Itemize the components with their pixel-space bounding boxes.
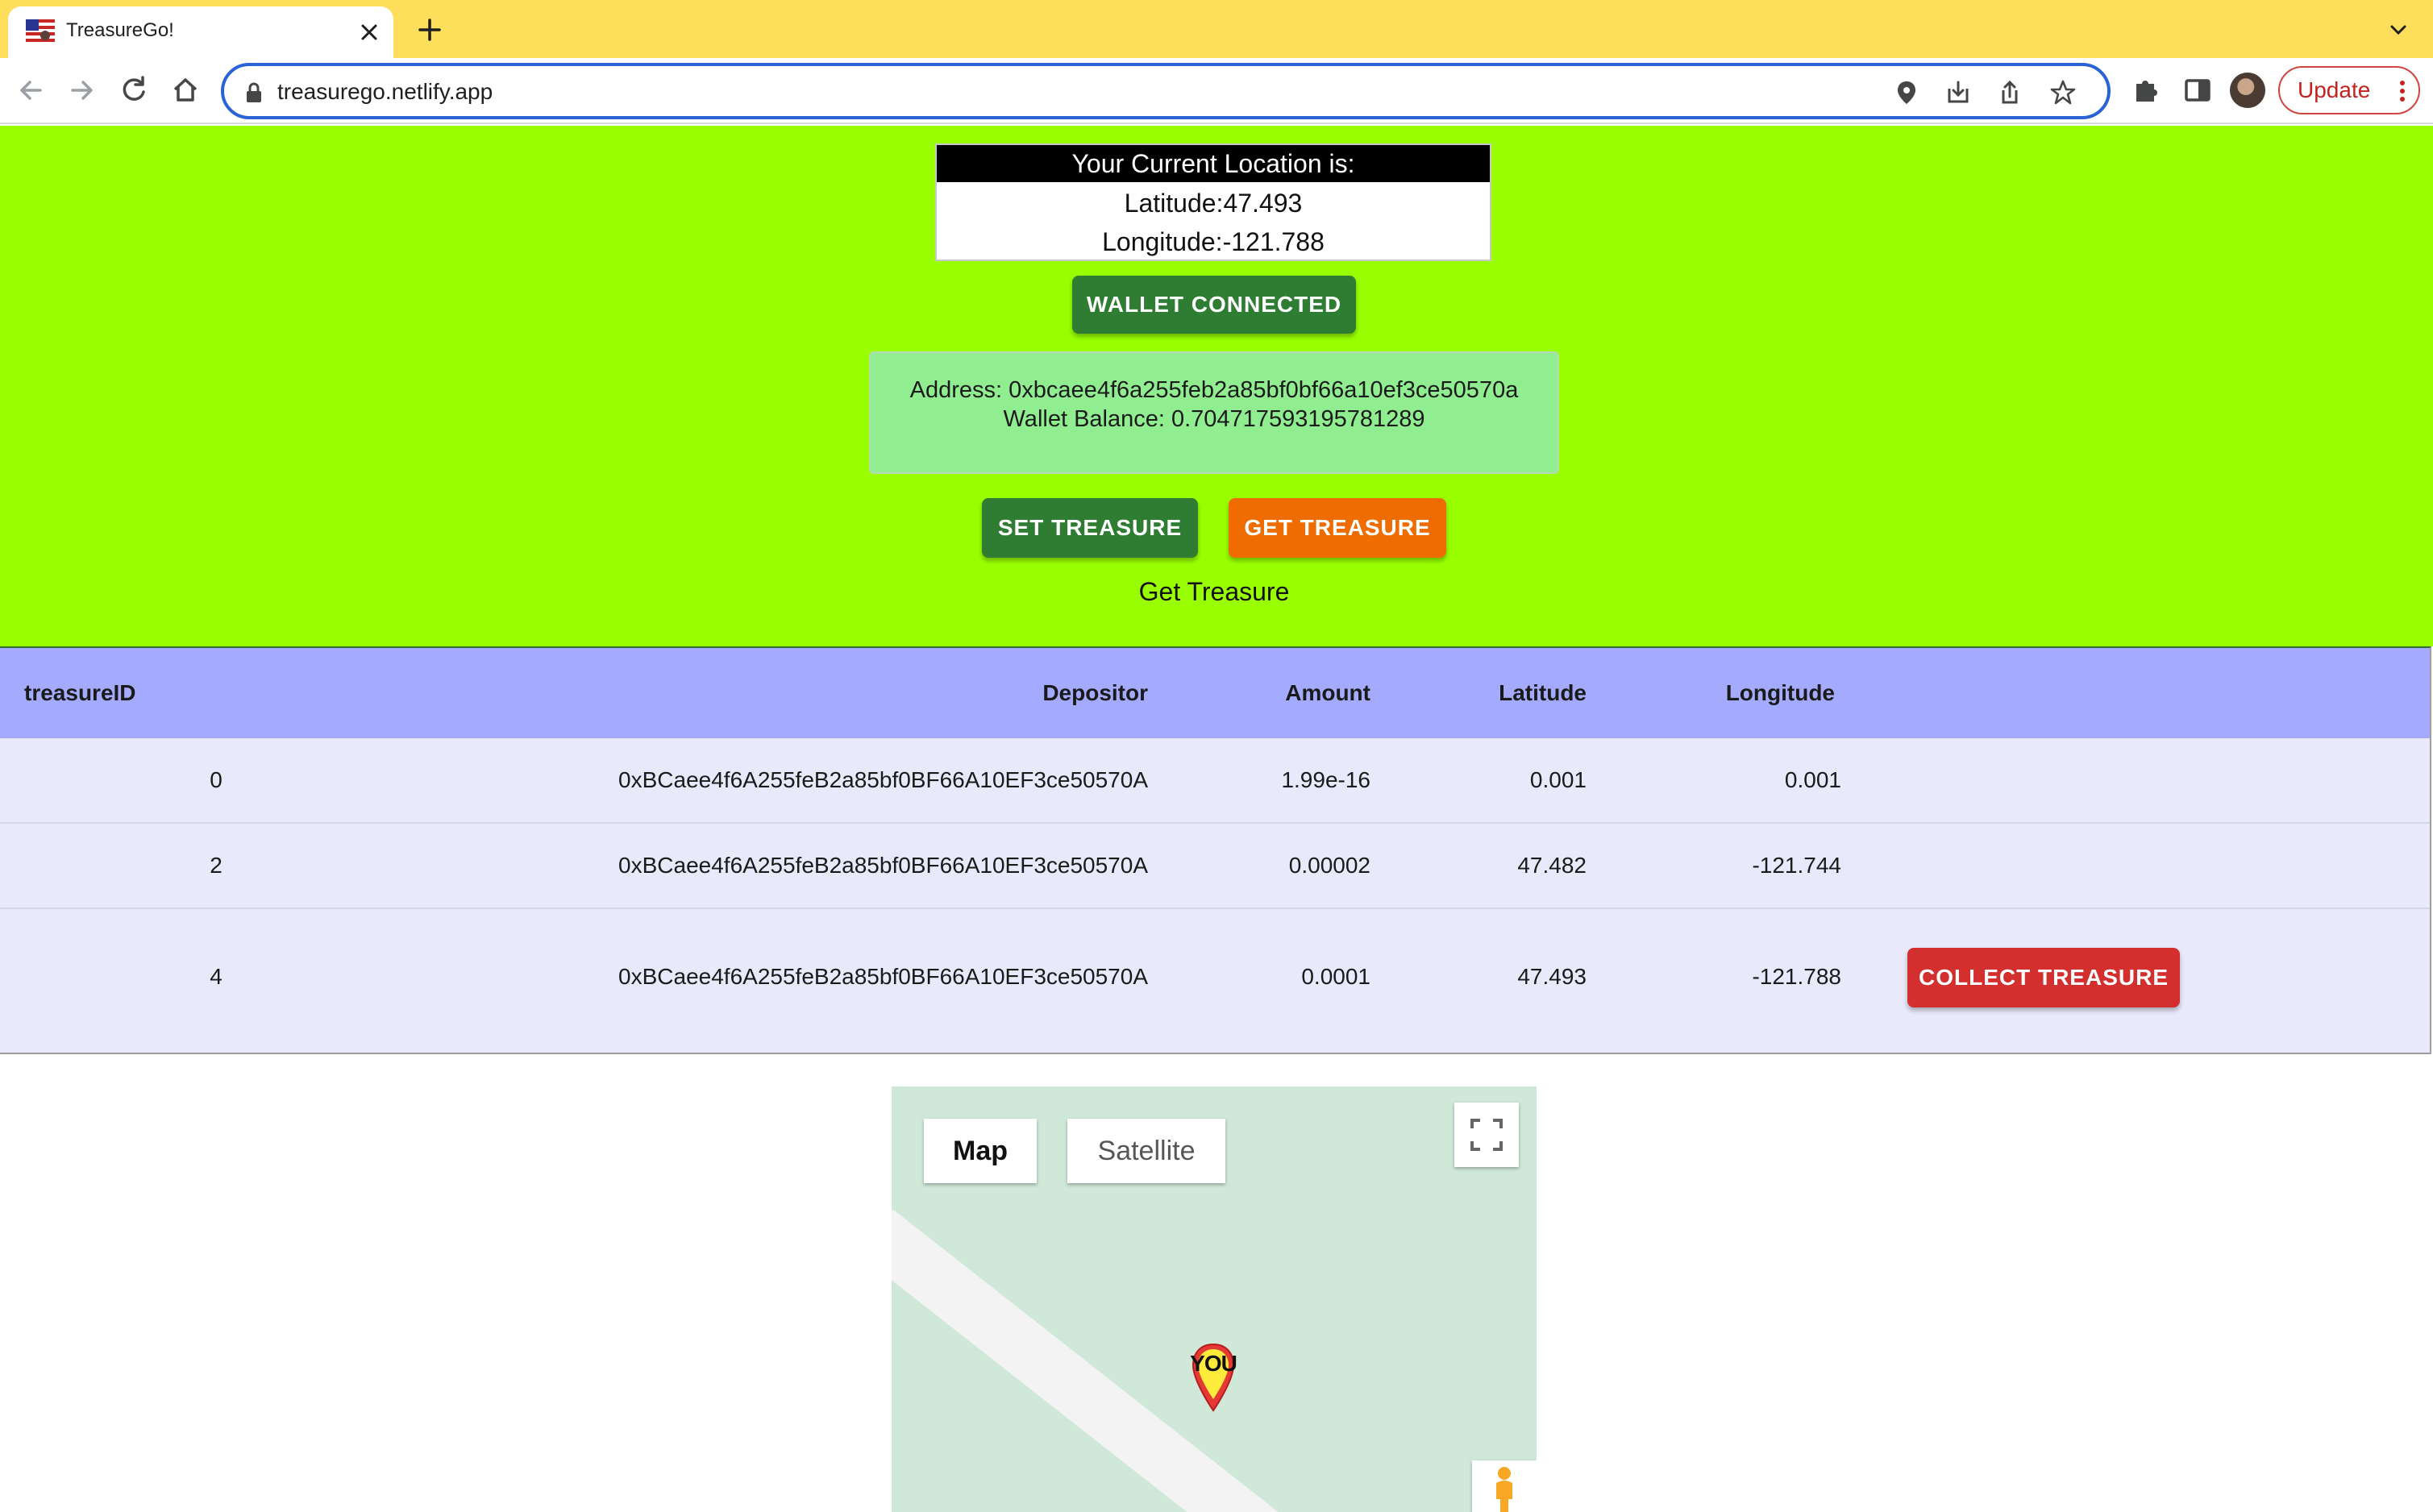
- lock-icon[interactable]: [245, 82, 263, 103]
- google-map[interactable]: Map Satellite YOU: [892, 1086, 1537, 1512]
- avatar[interactable]: [2230, 73, 2265, 108]
- update-button[interactable]: Update: [2278, 66, 2420, 114]
- street-view-control[interactable]: [1472, 1460, 1537, 1512]
- cell-amount: 0.0001: [1301, 964, 1370, 989]
- update-label: Update: [2298, 77, 2371, 102]
- table-row: 0 0xBCaee4f6A255feB2a85bf0BF66A10EF3ce50…: [0, 738, 2430, 824]
- cell-amount: 0.00002: [1288, 853, 1370, 878]
- home-icon[interactable]: [168, 73, 203, 108]
- cell-depositor: 0xBCaee4f6A255feB2a85bf0BF66A10EF3ce5057…: [618, 853, 1148, 878]
- wallet-balance: Wallet Balance: 0.704717593195781289: [1003, 406, 1425, 432]
- forward-arrow-icon[interactable]: [64, 73, 100, 108]
- plus-icon[interactable]: [416, 16, 443, 44]
- wallet-info-panel: Address: 0xbcaee4f6a255feb2a85bf0bf66a10…: [869, 351, 1559, 474]
- get-treasure-button[interactable]: GET TREASURE: [1229, 498, 1446, 558]
- cell-longitude: 0.001: [1784, 767, 1841, 792]
- wallet-address: Address: 0xbcaee4f6a255feb2a85bf0bf66a10…: [909, 377, 1519, 403]
- fullscreen-button[interactable]: [1454, 1103, 1519, 1167]
- hero-section: Your Current Location is: Latitude:47.49…: [0, 126, 2433, 646]
- pegman-icon: [1496, 1467, 1512, 1512]
- star-icon[interactable]: [2049, 79, 2077, 106]
- tab-title: TreasureGo!: [66, 19, 174, 41]
- browser-tab[interactable]: TreasureGo!: [8, 6, 393, 58]
- location-pin-icon[interactable]: [1893, 79, 1920, 106]
- cell-treasure-id: 2: [210, 853, 223, 878]
- back-arrow-icon[interactable]: [13, 73, 48, 108]
- share-icon[interactable]: [1996, 79, 2023, 106]
- url-text[interactable]: treasurego.netlify.app: [277, 77, 493, 106]
- cell-depositor: 0xBCaee4f6A255feB2a85bf0BF66A10EF3ce5057…: [618, 964, 1148, 989]
- cell-amount: 1.99e-16: [1281, 767, 1370, 792]
- tab-strip: TreasureGo!: [0, 0, 2433, 58]
- cell-longitude: -121.744: [1752, 853, 1841, 878]
- cell-longitude: -121.788: [1752, 964, 1841, 989]
- side-panel-icon[interactable]: [2181, 74, 2214, 106]
- address-bar[interactable]: treasurego.netlify.app: [221, 63, 2111, 119]
- table-row: 2 0xBCaee4f6A255feB2a85bf0BF66A10EF3ce50…: [0, 824, 2430, 909]
- cell-depositor: 0xBCaee4f6A255feB2a85bf0BF66A10EF3ce5057…: [618, 767, 1148, 792]
- fullscreen-icon: [1470, 1119, 1503, 1151]
- marker-label: YOU: [1190, 1351, 1237, 1376]
- header-latitude: Latitude: [1499, 680, 1587, 705]
- close-icon[interactable]: [356, 19, 382, 45]
- wallet-connected-button[interactable]: WALLET CONNECTED: [1072, 276, 1356, 334]
- header-amount: Amount: [1285, 680, 1370, 705]
- chevron-down-icon[interactable]: [2386, 18, 2410, 42]
- map-marker[interactable]: YOU: [1188, 1343, 1238, 1412]
- set-treasure-button[interactable]: SET TREASURE: [982, 498, 1198, 558]
- map-type-map-button[interactable]: Map: [924, 1119, 1037, 1183]
- browser-toolbar: treasurego.netlify.app Update: [0, 58, 2433, 124]
- reload-icon[interactable]: [116, 73, 152, 108]
- location-longitude: Longitude:-121.788: [1102, 227, 1325, 256]
- table-row: 4 0xBCaee4f6A255feB2a85bf0BF66A10EF3ce50…: [0, 909, 2430, 1053]
- flag-favicon-icon: [26, 19, 55, 42]
- treasure-table: treasureID Depositor Amount Latitude Lon…: [0, 646, 2431, 1054]
- location-latitude: Latitude:47.493: [1124, 189, 1303, 218]
- cell-treasure-id: 4: [210, 964, 223, 989]
- map-type-satellite-button[interactable]: Satellite: [1067, 1119, 1225, 1183]
- current-location-panel: Your Current Location is: Latitude:47.49…: [935, 143, 1491, 261]
- collect-treasure-button[interactable]: COLLECT TREASURE: [1907, 948, 2180, 1007]
- cell-latitude: 47.482: [1517, 853, 1587, 878]
- cell-latitude: 47.493: [1517, 964, 1587, 989]
- puzzle-icon[interactable]: [2130, 74, 2162, 106]
- cell-latitude: 0.001: [1529, 767, 1587, 792]
- location-header: Your Current Location is:: [937, 145, 1490, 182]
- get-treasure-caption: Get Treasure: [1138, 577, 1290, 606]
- cell-treasure-id: 0: [210, 767, 223, 792]
- kebab-menu-icon: [2400, 81, 2405, 102]
- table-header-row: treasureID Depositor Amount Latitude Lon…: [0, 648, 2430, 738]
- header-treasure-id: treasureID: [24, 680, 136, 705]
- header-longitude: Longitude: [1725, 680, 1835, 705]
- install-icon[interactable]: [1944, 79, 1972, 106]
- header-depositor: Depositor: [1042, 680, 1148, 705]
